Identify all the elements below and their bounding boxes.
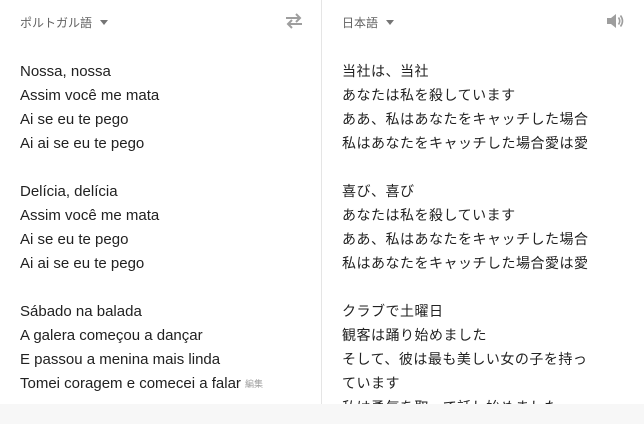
translation-stanza: クラブで土曜日 観客は踊り始めました そして、彼は最も美しい女の子を持っ ていま… <box>342 300 632 420</box>
source-line: Ai ai se eu te pego <box>20 255 145 272</box>
translation-line: 私はあなたをキャッチした場合愛は愛 <box>342 136 589 152</box>
stanza-gap <box>342 156 632 180</box>
source-line: Ai se eu te pego <box>20 231 129 248</box>
translation-line: 観客は踊り始めました <box>342 328 487 344</box>
source-line-last: Tomei coragem e comecei a falar 編集 <box>20 372 312 396</box>
source-line: Assim você me mata <box>20 207 160 224</box>
translation-line: ああ、私はあなたをキャッチした場合 <box>342 112 589 128</box>
bottom-edge <box>0 404 644 424</box>
source-language-select[interactable]: ポルトガル語 <box>20 13 109 31</box>
pane-divider <box>321 0 322 424</box>
target-language-label: 日本語 <box>342 15 379 30</box>
translation-line: 喜び、喜び <box>342 184 415 200</box>
speaker-icon[interactable] <box>605 12 625 30</box>
translation-stanza: 喜び、喜び あなたは私を殺しています ああ、私はあなたをキャッチした場合 私はあ… <box>342 180 632 276</box>
source-text-pane[interactable]: Nossa, nossa Assim você me mata Ai se eu… <box>20 60 312 396</box>
stanza-gap <box>20 156 312 180</box>
translation-line: 当社は、当社 <box>342 64 429 80</box>
chevron-down-icon <box>100 20 109 25</box>
source-line: Assim você me mata <box>20 87 160 104</box>
translation-line: 私はあなたをキャッチした場合愛は愛 <box>342 256 589 272</box>
source-line: Delícia, delícia <box>20 183 118 200</box>
translation-line: あなたは私を殺しています <box>342 88 516 104</box>
source-stanza: Delícia, delícia Assim você me mata Ai s… <box>20 180 312 276</box>
stanza-gap <box>20 276 312 300</box>
language-bar: ポルトガル語 日本語 <box>0 0 644 44</box>
translation-line: あなたは私を殺しています <box>342 208 516 224</box>
swap-languages-icon[interactable] <box>284 12 304 30</box>
source-line-text: Tomei coragem e comecei a falar <box>20 375 241 392</box>
translation-line: ています <box>342 376 400 392</box>
stanza-gap <box>342 276 632 300</box>
source-line: Ai se eu te pego <box>20 111 129 128</box>
source-stanza: Nossa, nossa Assim você me mata Ai se eu… <box>20 60 312 156</box>
source-line: Sábado na balada <box>20 303 142 320</box>
source-stanza: Sábado na balada A galera começou a danç… <box>20 300 312 396</box>
source-line: Ai ai se eu te pego <box>20 135 145 152</box>
translation-pane: 当社は、当社 あなたは私を殺しています ああ、私はあなたをキャッチした場合 私は… <box>342 60 632 420</box>
source-line: A galera começou a dançar <box>20 327 203 344</box>
source-line: Nossa, nossa <box>20 63 111 80</box>
edit-link[interactable]: 編集 <box>245 379 263 389</box>
source-line: E passou a menina mais linda <box>20 351 221 368</box>
translate-app: ポルトガル語 日本語 Nossa, nossa Assim você me ma… <box>0 0 644 424</box>
translation-line: ああ、私はあなたをキャッチした場合 <box>342 232 589 248</box>
target-language-select[interactable]: 日本語 <box>342 13 395 31</box>
translation-stanza: 当社は、当社 あなたは私を殺しています ああ、私はあなたをキャッチした場合 私は… <box>342 60 632 156</box>
translation-line: そして、彼は最も美しい女の子を持っ <box>342 352 588 368</box>
chevron-down-icon <box>386 20 395 25</box>
source-language-label: ポルトガル語 <box>20 15 93 30</box>
translation-line: クラブで土曜日 <box>342 304 444 320</box>
